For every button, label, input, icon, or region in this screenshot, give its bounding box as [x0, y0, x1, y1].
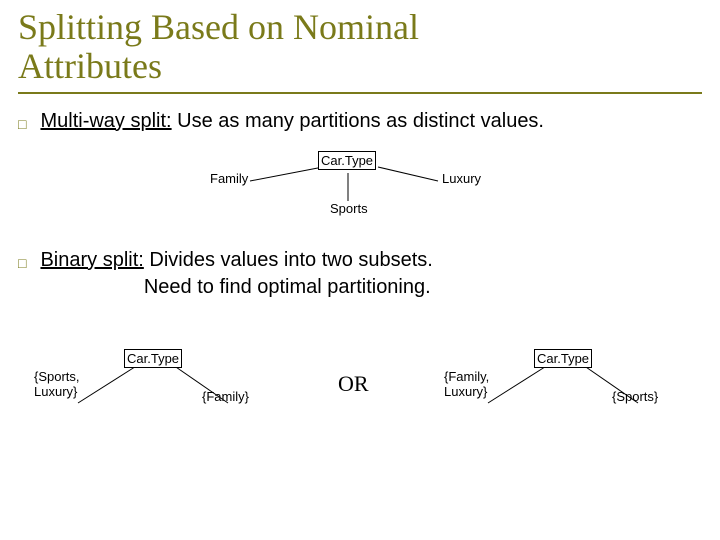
bullet-rest-b: Need to find optimal partitioning.	[144, 276, 431, 298]
tree-leaf-a-right: {Family}	[202, 389, 249, 404]
bullet-binary: □ Binary split: Divides values into two …	[18, 247, 702, 301]
multiway-tree: Car.Type Family Sports Luxury	[18, 145, 702, 235]
tree-node-cartype-a: Car.Type	[124, 349, 182, 368]
bullet-text: Multi-way split: Use as many partitions …	[40, 108, 702, 135]
slide: Splitting Based on Nominal Attributes □ …	[0, 0, 720, 445]
bullet-attr: Binary split:	[40, 249, 143, 271]
bullet-text: Binary split: Divides values into two su…	[40, 247, 702, 301]
tree-node-cartype: Car.Type	[318, 151, 376, 170]
tree-leaf-a-left: {Sports, Luxury}	[34, 369, 80, 399]
bullet-rest-a: Divides values into two subsets.	[144, 249, 433, 271]
or-label: OR	[338, 371, 369, 397]
title-line-2: Attributes	[18, 46, 162, 86]
tree-leaf-family: Family	[210, 171, 248, 186]
bullet-icon: □	[18, 115, 26, 134]
bullet-attr: Multi-way split:	[40, 110, 171, 132]
tree-leaf-b-right: {Sports}	[612, 389, 658, 404]
tree-leaf-luxury: Luxury	[442, 171, 481, 186]
tree-leaf-b-left: {Family, Luxury}	[444, 369, 489, 399]
tree-node-cartype-b: Car.Type	[534, 349, 592, 368]
title-line-1: Splitting Based on Nominal	[18, 7, 419, 47]
bullet-rest: Use as many partitions as distinct value…	[172, 110, 544, 132]
tree-leaf-sports: Sports	[330, 201, 368, 216]
bullet-icon: □	[18, 254, 26, 273]
title-underline	[18, 92, 702, 94]
bullet-multiway: □ Multi-way split: Use as many partition…	[18, 108, 702, 135]
binary-trees: Car.Type {Sports, Luxury} {Family} OR Ca…	[18, 325, 702, 445]
slide-title: Splitting Based on Nominal Attributes	[18, 8, 702, 86]
